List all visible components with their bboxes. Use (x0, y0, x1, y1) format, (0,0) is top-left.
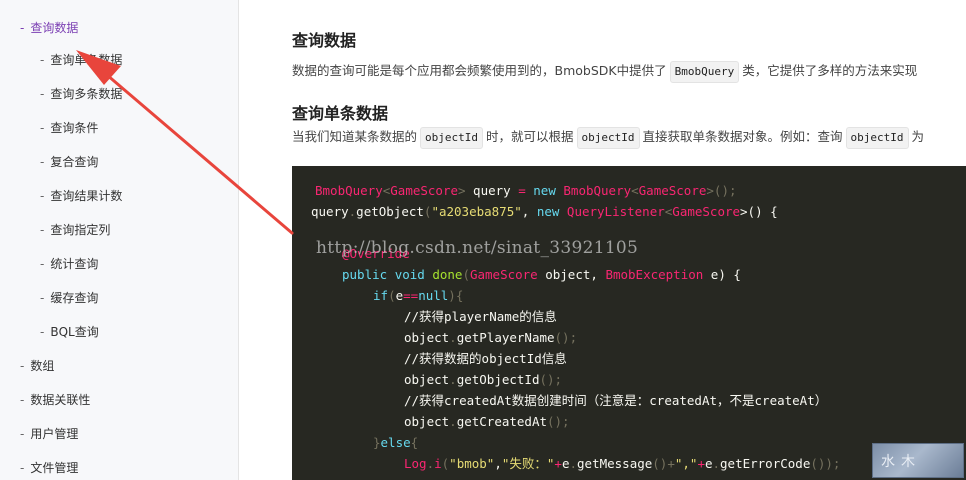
annotation-arrow-icon (76, 50, 294, 235)
